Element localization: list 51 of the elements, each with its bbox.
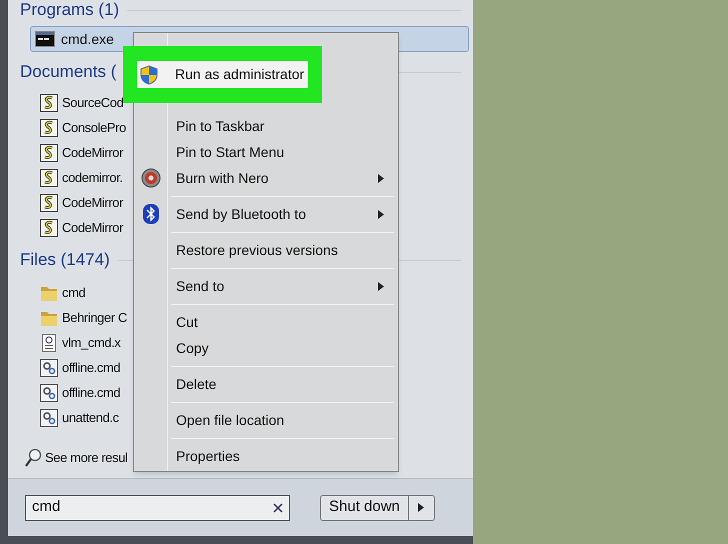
result-item[interactable]: unattend.c (62, 408, 119, 428)
search-field[interactable]: cmd (25, 494, 290, 520)
script-file-icon (40, 118, 58, 136)
menu-item[interactable]: Send to (134, 273, 398, 299)
section-heading: Files (1474) (20, 249, 110, 272)
settings-file-icon (40, 384, 58, 402)
menu-item[interactable]: Pin to Start Menu (134, 139, 398, 165)
result-item[interactable]: SourceCod (62, 92, 124, 112)
console-icon (35, 31, 55, 47)
see-more-link[interactable]: See more resul (45, 448, 128, 468)
submenu-arrow-icon (378, 282, 384, 291)
result-item[interactable]: Behringer C (62, 308, 127, 328)
shut-down-button[interactable]: Shut down (320, 494, 409, 520)
script-file-icon (40, 218, 58, 236)
shield-icon (140, 64, 158, 84)
disc-icon (141, 168, 161, 188)
result-item[interactable]: codemirror. (62, 168, 123, 188)
section-heading: Programs (1) (20, 0, 120, 22)
script-file-icon (40, 168, 58, 186)
submenu-arrow-icon (378, 210, 384, 219)
menu-item[interactable]: Cut (134, 309, 398, 335)
markup-file-icon (40, 334, 58, 352)
result-item[interactable]: offline.cmd (62, 358, 120, 378)
result-item[interactable]: CodeMirror (62, 192, 124, 212)
result-item[interactable]: vlm_cmd.x (62, 332, 121, 352)
result-item[interactable]: CodeMirror (62, 218, 124, 238)
result-item[interactable]: offline.cmd (62, 382, 120, 402)
result-item[interactable]: ConsolePro (62, 118, 126, 138)
submenu-arrow-icon (378, 174, 384, 183)
clear-icon[interactable] (273, 502, 283, 512)
search-icon (24, 448, 42, 468)
section-heading: Documents ( (20, 61, 116, 84)
shut-down-options-button[interactable] (408, 494, 435, 520)
menu-item[interactable]: Properties (134, 443, 398, 469)
script-file-icon (40, 94, 58, 112)
bluetooth-icon (143, 204, 159, 224)
menu-item[interactable]: Copy (134, 335, 398, 361)
menu-item[interactable]: Restore previous versions (134, 237, 398, 263)
menu-item[interactable]: Run as administrator (137, 61, 308, 88)
script-file-icon (40, 144, 58, 162)
script-file-icon (40, 194, 58, 212)
result-item[interactable]: CodeMirror (62, 142, 124, 162)
menu-item[interactable]: Pin to Taskbar (134, 113, 398, 139)
menu-item[interactable]: Burn with Nero (134, 165, 398, 191)
settings-file-icon (40, 358, 58, 376)
menu-item[interactable]: Open file location (134, 407, 398, 433)
menu-item[interactable]: Send by Bluetooth to (134, 201, 398, 227)
result-item[interactable]: cmd (62, 282, 86, 302)
menu-item[interactable]: Delete (134, 371, 398, 397)
settings-file-icon (40, 408, 58, 426)
submenu-arrow-icon (418, 503, 424, 512)
